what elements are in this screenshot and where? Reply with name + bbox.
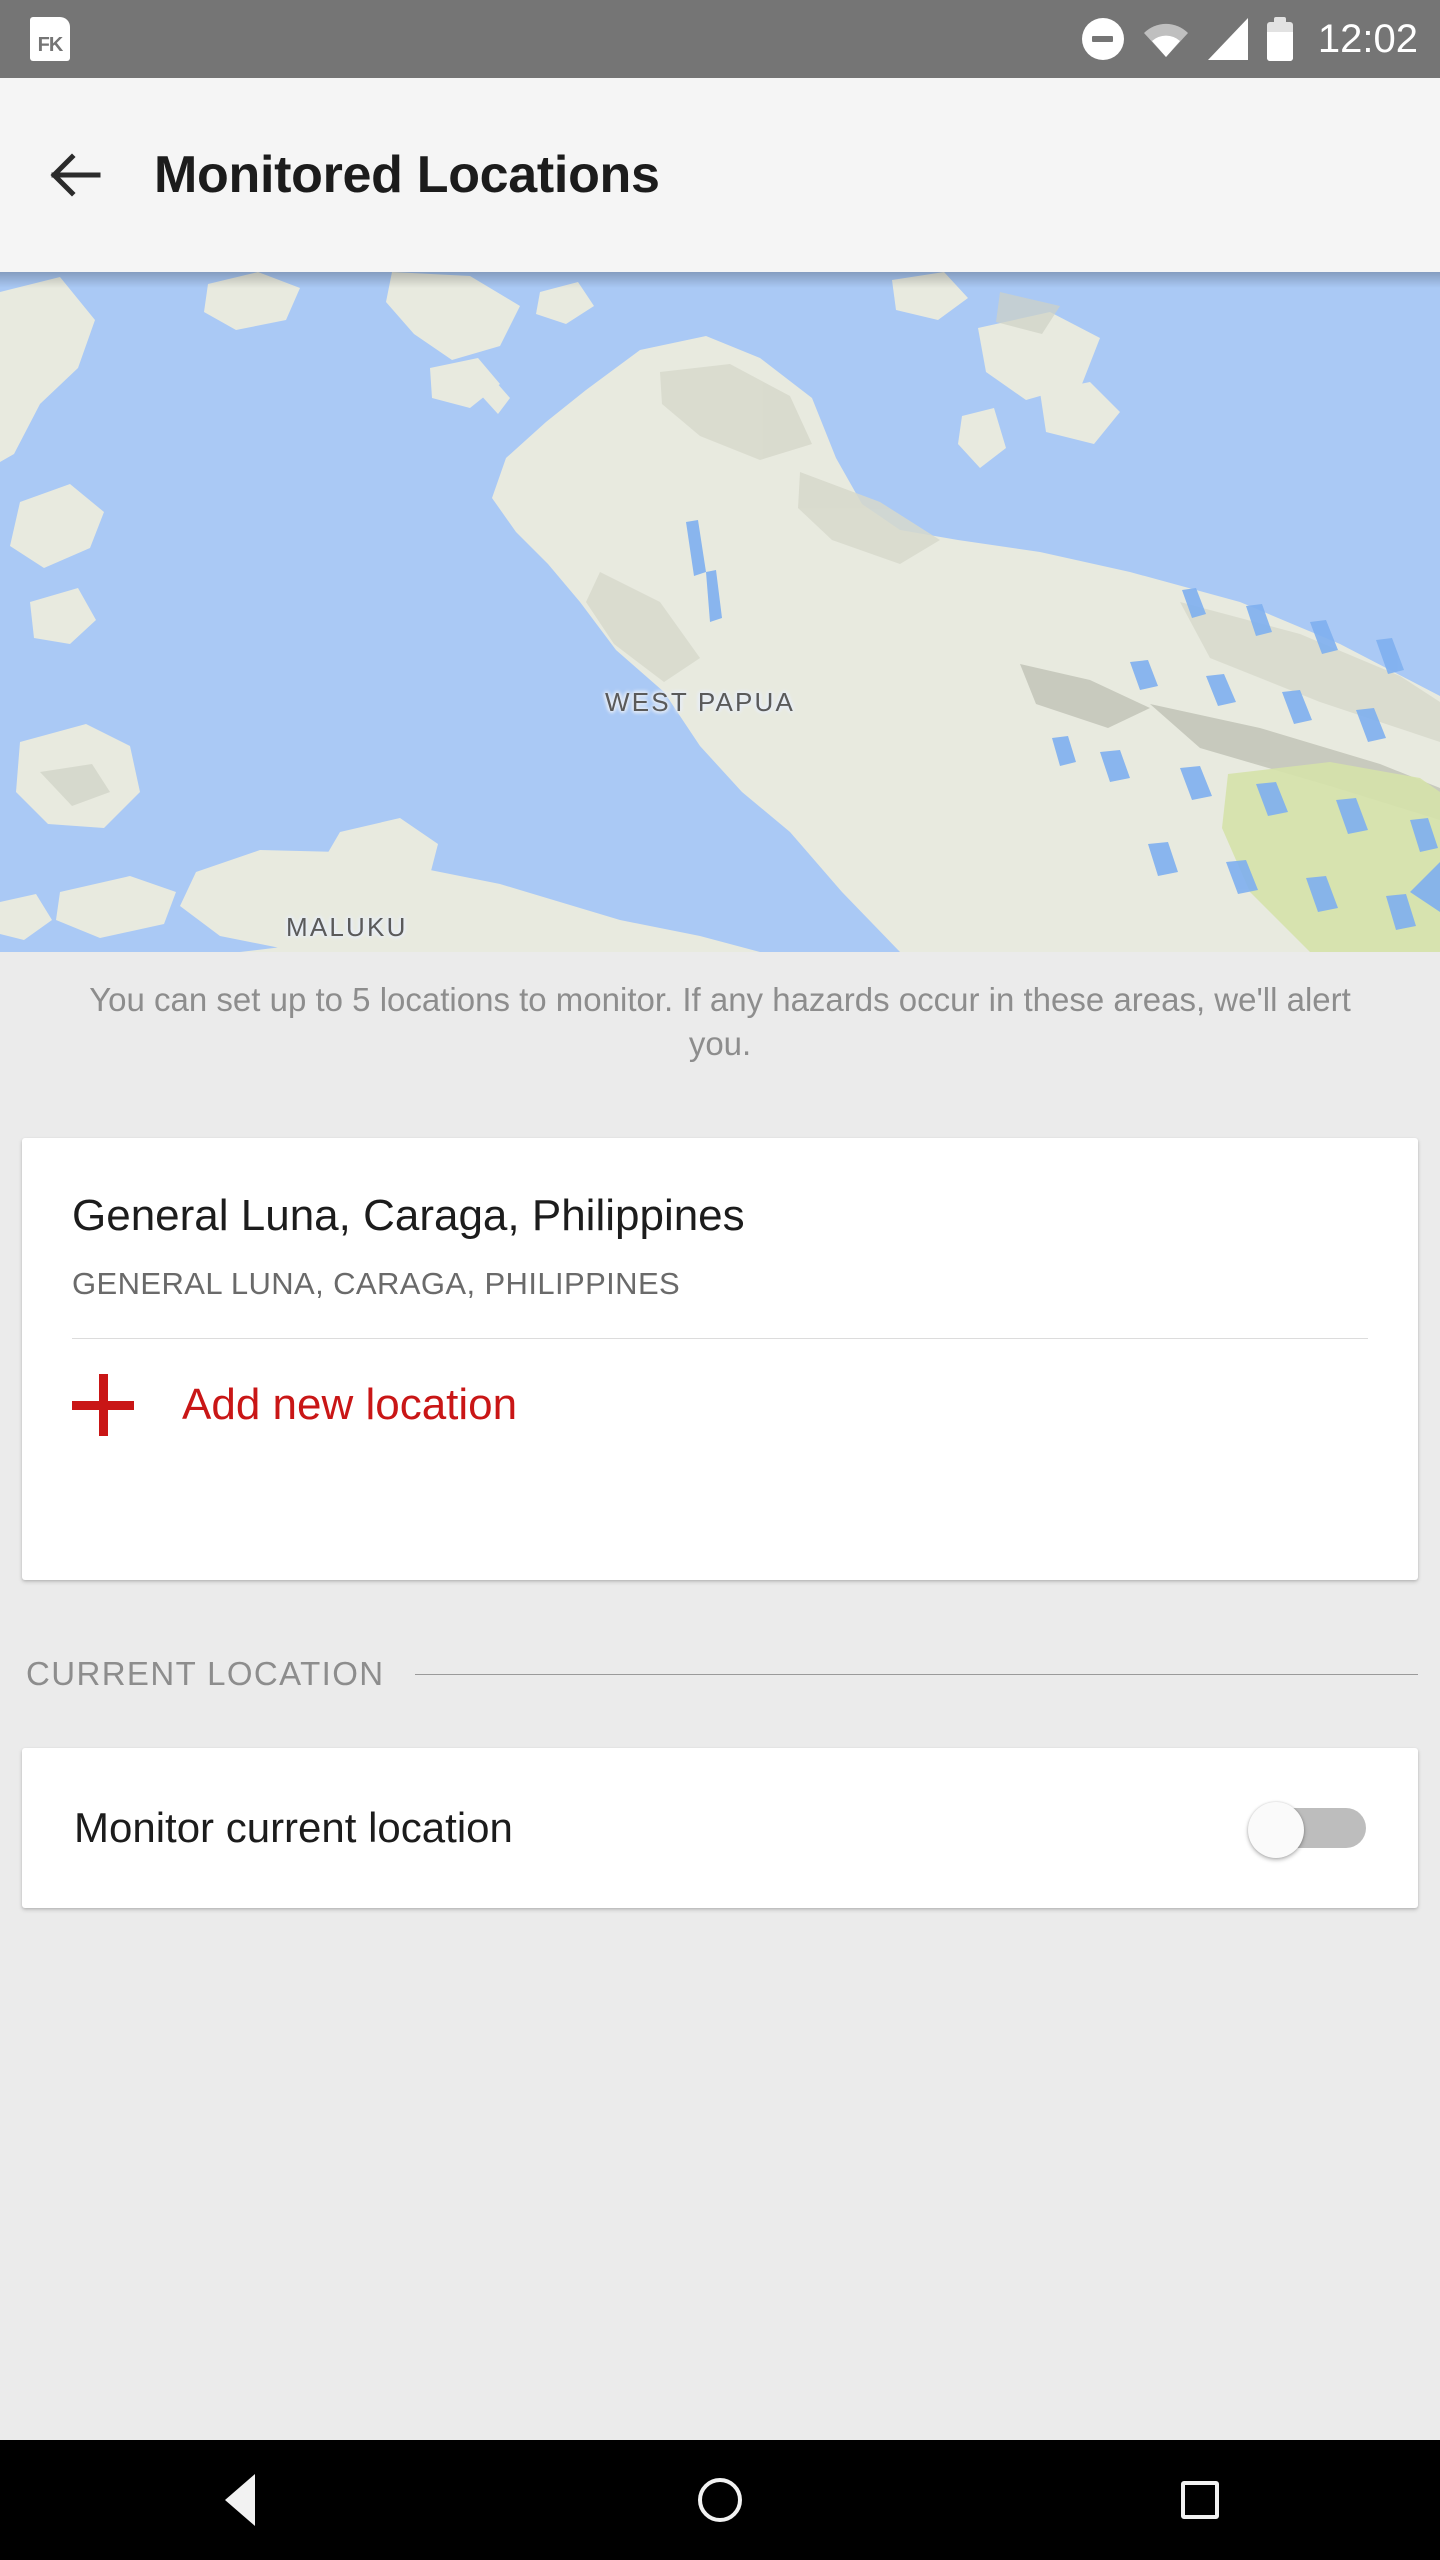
location-list-item[interactable]: General Luna, Caraga, Philippines GENERA…	[22, 1138, 1418, 1302]
section-divider	[415, 1674, 1418, 1675]
add-new-location-button[interactable]: Add new location	[22, 1339, 1418, 1471]
back-arrow-icon	[44, 145, 104, 205]
add-new-location-label: Add new location	[182, 1380, 517, 1430]
back-button[interactable]	[26, 127, 122, 223]
map-label-maluku: MALUKU	[286, 912, 408, 943]
app-notification-icon: FK	[30, 17, 70, 61]
status-bar: FK 12:02	[0, 0, 1440, 78]
plus-icon	[72, 1374, 134, 1436]
recents-square-icon	[1181, 2481, 1219, 2519]
nav-home-button[interactable]	[645, 2440, 795, 2560]
map-canvas	[0, 272, 1440, 952]
section-title: CURRENT LOCATION	[26, 1655, 385, 1693]
wifi-icon	[1143, 21, 1189, 57]
phone-screen: FK 12:02 Monitored Locations	[0, 0, 1440, 2560]
location-title: General Luna, Caraga, Philippines	[72, 1192, 1368, 1240]
monitor-current-location-card[interactable]: Monitor current location	[22, 1748, 1418, 1908]
map-label-west-papua: WEST PAPUA	[605, 687, 795, 718]
android-navigation-bar	[0, 2440, 1440, 2560]
cellular-signal-icon	[1208, 18, 1248, 60]
location-subtitle: GENERAL LUNA, CARAGA, PHILIPPINES	[72, 1266, 1368, 1302]
status-bar-left: FK	[30, 17, 70, 61]
status-bar-right: 12:02	[1082, 17, 1418, 62]
back-triangle-icon	[225, 2474, 255, 2526]
monitor-current-location-label: Monitor current location	[74, 1804, 513, 1852]
app-badge-label: FK	[38, 35, 63, 61]
map-preview[interactable]: WEST PAPUA MALUKU PAPUA Google	[0, 272, 1440, 952]
current-location-section-header: CURRENT LOCATION	[26, 1655, 1418, 1693]
do-not-disturb-icon	[1082, 18, 1124, 60]
description-text: You can set up to 5 locations to monitor…	[60, 978, 1380, 1065]
status-bar-clock: 12:02	[1318, 17, 1418, 62]
toggle-thumb	[1248, 1802, 1304, 1858]
app-bar: Monitored Locations	[0, 78, 1440, 272]
page-title: Monitored Locations	[154, 145, 660, 205]
nav-back-button[interactable]	[165, 2440, 315, 2560]
battery-icon	[1267, 17, 1293, 61]
monitor-current-location-toggle[interactable]	[1248, 1802, 1366, 1854]
monitored-locations-card: General Luna, Caraga, Philippines GENERA…	[22, 1138, 1418, 1580]
nav-recents-button[interactable]	[1125, 2440, 1275, 2560]
home-circle-icon	[698, 2478, 742, 2522]
